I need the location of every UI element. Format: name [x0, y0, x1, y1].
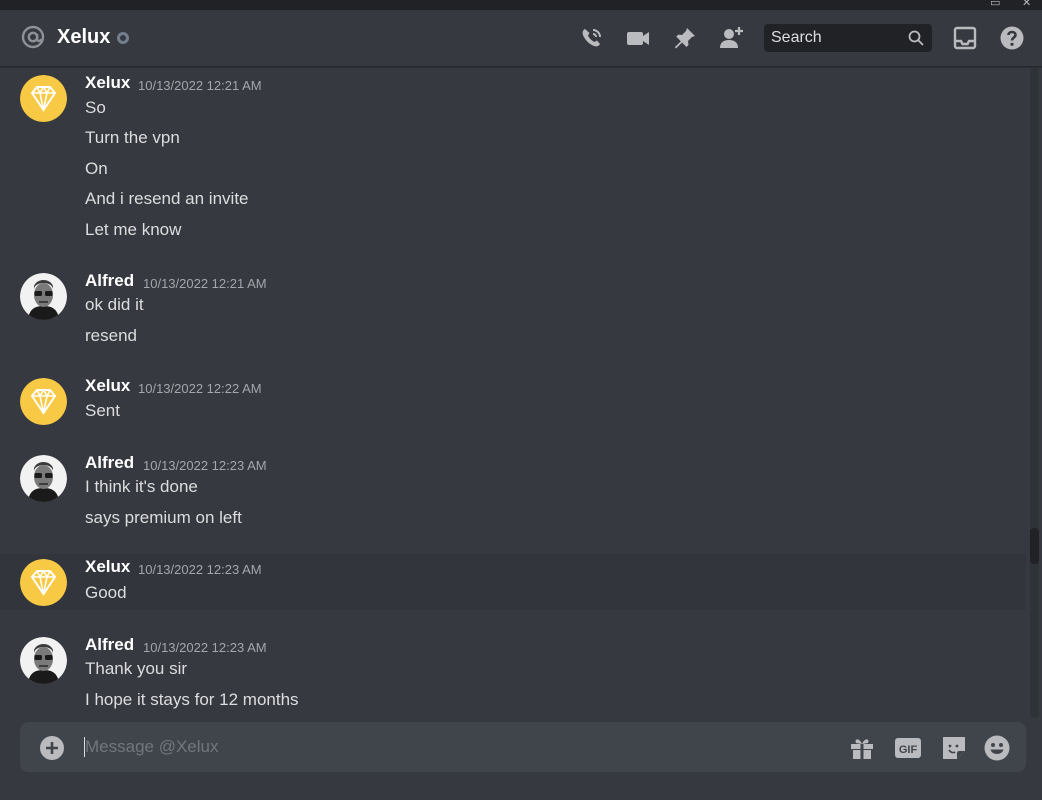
sticker-icon[interactable]	[940, 734, 968, 762]
diamond-avatar[interactable]	[20, 378, 67, 425]
message-group: Alfred 10/13/2022 12:21 AM ok did it res…	[0, 268, 1026, 352]
message-timestamp: 10/13/2022 12:21 AM	[143, 276, 267, 291]
search-icon[interactable]	[907, 29, 925, 47]
gif-icon[interactable]: GIF	[894, 734, 922, 762]
portrait-avatar[interactable]	[20, 455, 67, 502]
message-text: Good	[85, 583, 127, 602]
message-group: Xelux 10/13/2022 12:21 AM So Turn the vp…	[0, 70, 1026, 250]
message-timestamp: 10/13/2022 12:21 AM	[138, 78, 262, 93]
message-group: Alfred 10/13/2022 12:23 AM I think it's …	[0, 450, 1026, 534]
message-text: I think it's done	[85, 477, 198, 496]
svg-text:GIF: GIF	[899, 744, 918, 756]
message-text: On	[85, 159, 108, 178]
message-text: So	[85, 98, 106, 117]
channel-name: Xelux	[57, 26, 111, 48]
message-text: Thank you sir	[85, 659, 188, 678]
channel-header: Xelux	[0, 10, 1042, 67]
diamond-avatar[interactable]	[20, 75, 67, 122]
message-text: resend	[85, 326, 137, 345]
portrait-avatar[interactable]	[20, 637, 67, 684]
maximize-icon[interactable]: ▭	[990, 0, 1000, 9]
message-author[interactable]: Alfred	[85, 271, 134, 291]
message-author[interactable]: Alfred	[85, 453, 134, 473]
scrollbar-track[interactable]	[1030, 68, 1039, 718]
message-composer: GIF	[20, 722, 1026, 772]
message-text: Sent	[85, 401, 120, 420]
search-input[interactable]	[764, 24, 904, 52]
message-text: says premium on left	[85, 508, 242, 527]
diamond-avatar[interactable]	[20, 559, 67, 606]
message-text: And i resend an invite	[85, 189, 249, 208]
message-text: Turn the vpn	[85, 128, 180, 147]
add-friend-icon[interactable]	[718, 24, 746, 52]
message-author[interactable]: Xelux	[85, 376, 130, 396]
message-timestamp: 10/13/2022 12:23 AM	[143, 640, 267, 655]
message-author[interactable]: Xelux	[85, 73, 130, 93]
voice-call-icon[interactable]	[578, 24, 606, 52]
scrollbar-thumb[interactable]	[1030, 528, 1039, 564]
message-list: Xelux 10/13/2022 12:21 AM So Turn the vp…	[0, 68, 1026, 718]
pin-icon[interactable]	[671, 24, 699, 52]
portrait-avatar[interactable]	[20, 273, 67, 320]
message-timestamp: 10/13/2022 12:22 AM	[138, 381, 262, 396]
status-offline-icon	[117, 32, 129, 44]
gift-icon[interactable]	[848, 734, 876, 762]
add-attachment-icon[interactable]	[40, 736, 64, 760]
message-timestamp: 10/13/2022 12:23 AM	[138, 562, 262, 577]
message-group: Xelux 10/13/2022 12:23 AM Good	[0, 554, 1026, 610]
video-call-icon[interactable]	[624, 24, 652, 52]
close-icon[interactable]: ✕	[1022, 0, 1031, 9]
message-timestamp: 10/13/2022 12:23 AM	[143, 458, 267, 473]
help-icon[interactable]	[998, 24, 1026, 52]
message-text: Let me know	[85, 220, 182, 239]
inbox-icon[interactable]	[951, 24, 979, 52]
message-group: Xelux 10/13/2022 12:22 AM Sent	[0, 373, 1026, 428]
message-author[interactable]: Alfred	[85, 635, 134, 655]
message-input[interactable]	[84, 722, 784, 772]
at-icon	[21, 25, 45, 49]
search-bar[interactable]	[764, 24, 932, 52]
emoji-icon[interactable]	[983, 734, 1011, 762]
message-group: Alfred 10/13/2022 12:23 AM Thank you sir…	[0, 632, 1026, 716]
message-author[interactable]: Xelux	[85, 557, 130, 577]
window-titlebar: ▭ ✕	[0, 0, 1042, 10]
message-text: ok did it	[85, 295, 144, 314]
message-text: I hope it stays for 12 months	[85, 690, 299, 709]
